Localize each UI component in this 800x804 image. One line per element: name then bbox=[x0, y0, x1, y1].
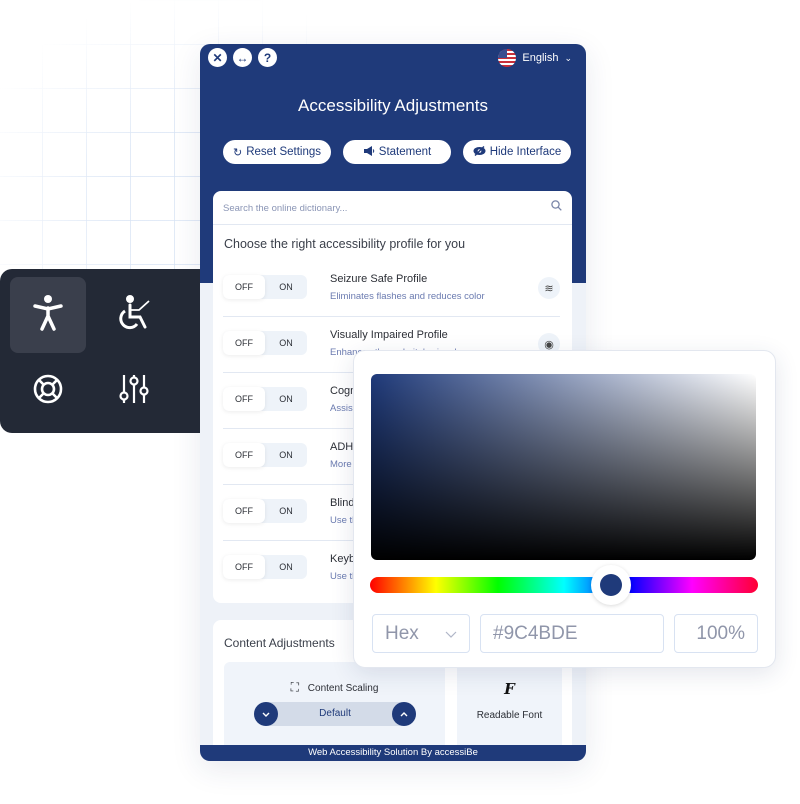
scale-down-button[interactable] bbox=[254, 702, 278, 726]
profile-toggle[interactable]: OFF ON bbox=[223, 499, 307, 523]
toggle-off[interactable]: OFF bbox=[223, 499, 265, 523]
toggle-off[interactable]: OFF bbox=[223, 387, 265, 411]
hide-interface-label: Hide Interface bbox=[489, 146, 562, 158]
profiles-heading: Choose the right accessibility profile f… bbox=[224, 237, 466, 251]
sliders-button[interactable] bbox=[96, 353, 172, 429]
hue-slider[interactable] bbox=[370, 565, 758, 605]
toggle-off[interactable]: OFF bbox=[223, 443, 265, 467]
eye-slash-icon bbox=[473, 145, 486, 159]
saturation-value-area[interactable] bbox=[371, 374, 756, 560]
color-picker: Hex bbox=[353, 350, 776, 668]
resize-icon[interactable]: ↔ bbox=[233, 48, 252, 67]
close-icon[interactable]: ✕ bbox=[208, 48, 227, 67]
refresh-icon: ↻ bbox=[232, 146, 243, 159]
toggle-on[interactable]: ON bbox=[265, 275, 307, 299]
statement-label: Statement bbox=[378, 146, 432, 158]
lifebuoy-button[interactable] bbox=[10, 353, 86, 429]
color-mode-select[interactable]: Hex bbox=[372, 614, 470, 653]
readable-font-icon: F bbox=[504, 680, 515, 698]
scale-up-button[interactable] bbox=[392, 702, 416, 726]
toggle-on[interactable]: ON bbox=[265, 331, 307, 355]
hex-field[interactable] bbox=[480, 614, 664, 653]
profile-toggle[interactable]: OFF ON bbox=[223, 331, 307, 355]
widget-title: Accessibility Adjustments bbox=[298, 96, 488, 115]
lifebuoy-icon bbox=[32, 373, 64, 410]
profile-toggle[interactable]: OFF ON bbox=[223, 555, 307, 579]
profile-name: Visually Impaired Profile bbox=[330, 329, 448, 341]
toggle-off[interactable]: OFF bbox=[223, 331, 265, 355]
toggle-off[interactable]: OFF bbox=[223, 275, 265, 299]
color-inputs: Hex bbox=[372, 614, 758, 653]
hue-slider-handle[interactable] bbox=[590, 565, 631, 605]
widget-footer[interactable]: Web Accessibility Solution By accessiBe bbox=[200, 745, 586, 761]
search-icon[interactable] bbox=[551, 200, 562, 214]
reset-settings-label: Reset Settings bbox=[246, 146, 321, 158]
readable-font-button[interactable]: F Readable Font bbox=[457, 662, 562, 752]
scaling-stepper: Default bbox=[254, 702, 416, 726]
profile-item: OFF ON Seizure Safe Profile Eliminates f… bbox=[223, 261, 560, 317]
readable-font-label: Readable Font bbox=[476, 710, 543, 721]
us-flag-icon bbox=[498, 49, 517, 67]
hide-interface-button[interactable]: Hide Interface bbox=[463, 140, 571, 164]
statement-button[interactable]: Statement bbox=[343, 140, 451, 164]
top-icons: ✕ ↔ ? bbox=[208, 48, 277, 67]
accessibility-side-panel bbox=[0, 269, 200, 433]
search-input[interactable] bbox=[223, 199, 533, 217]
profile-toggle[interactable]: OFF ON bbox=[223, 387, 307, 411]
help-icon[interactable]: ? bbox=[258, 48, 277, 67]
toggle-on[interactable]: ON bbox=[265, 443, 307, 467]
language-selector[interactable]: English ⌄ bbox=[498, 49, 572, 67]
wheelchair-button[interactable] bbox=[96, 277, 172, 353]
wheelchair-icon bbox=[116, 294, 152, 337]
megaphone-icon bbox=[363, 145, 375, 159]
alpha-input[interactable] bbox=[687, 622, 745, 645]
content-scaling-label: Content Scaling bbox=[307, 683, 379, 694]
toggle-on[interactable]: ON bbox=[265, 387, 307, 411]
sliders-icon bbox=[118, 373, 150, 410]
reset-settings-button[interactable]: ↻ Reset Settings bbox=[223, 140, 331, 164]
profile-toggle[interactable]: OFF ON bbox=[223, 443, 307, 467]
content-scaling-control: ⛶ Content Scaling Default bbox=[224, 662, 445, 752]
alpha-field[interactable] bbox=[674, 614, 758, 653]
header-buttons: ↻ Reset Settings Statement Hide Interfac… bbox=[223, 140, 571, 164]
toggle-on[interactable]: ON bbox=[265, 499, 307, 523]
toggle-off[interactable]: OFF bbox=[223, 555, 265, 579]
dictionary-search bbox=[213, 191, 572, 225]
content-scaling-label-row: ⛶ Content Scaling bbox=[224, 680, 445, 695]
profile-toggle[interactable]: OFF ON bbox=[223, 275, 307, 299]
chevron-down-icon: ⌄ bbox=[564, 52, 572, 63]
toggle-on[interactable]: ON bbox=[265, 555, 307, 579]
waves-icon: ≋ bbox=[538, 277, 560, 299]
content-adjustments-title: Content Adjustments bbox=[224, 636, 335, 650]
profile-name: Seizure Safe Profile bbox=[330, 273, 428, 285]
language-label: English bbox=[522, 52, 559, 64]
chevron-down-icon bbox=[445, 627, 457, 641]
color-mode-value: Hex bbox=[385, 622, 419, 644]
fullscreen-icon: ⛶ bbox=[290, 680, 299, 694]
accessibility-person-button[interactable] bbox=[10, 277, 86, 353]
accessibility-person-icon bbox=[33, 294, 63, 337]
hex-input[interactable] bbox=[493, 622, 651, 645]
profile-description: Eliminates flashes and reduces color bbox=[330, 291, 485, 302]
